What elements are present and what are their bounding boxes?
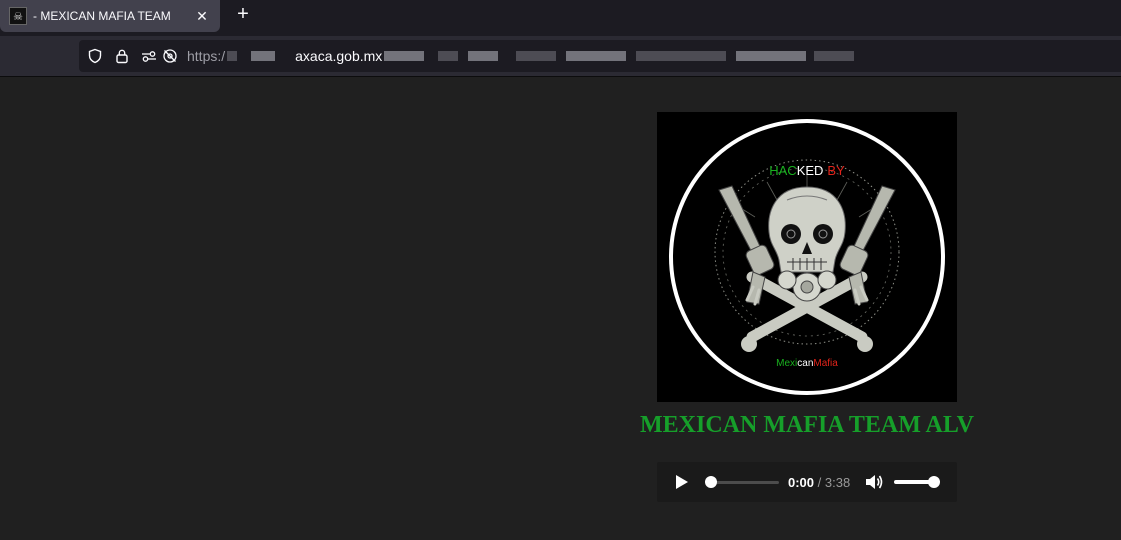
tracking-off-icon[interactable] xyxy=(162,48,178,64)
svg-text:MexicanMafia: MexicanMafia xyxy=(776,358,838,369)
close-tab-icon[interactable]: ✕ xyxy=(194,8,210,24)
url-text[interactable]: https:/ axaca.gob.mx xyxy=(187,48,856,64)
url-scheme: https:/ xyxy=(187,48,226,64)
new-tab-button[interactable]: + xyxy=(233,4,253,24)
lock-icon[interactable] xyxy=(114,48,130,64)
page-heading: MEXICAN MAFIA TEAM ALV xyxy=(639,412,975,438)
url-bar[interactable]: https:/ axaca.gob.mx xyxy=(79,40,1121,72)
volume-slider-thumb[interactable] xyxy=(928,476,940,488)
seek-slider[interactable] xyxy=(711,481,779,484)
logo-bottom-text-2: can xyxy=(797,358,813,369)
time-display: 0:00 / 3:38 xyxy=(788,475,850,490)
play-icon[interactable] xyxy=(675,474,689,490)
redacted-text xyxy=(516,51,557,61)
logo-bottom-text-1: Mexi xyxy=(776,358,797,369)
browser-tab[interactable]: ☠ - MEXICAN MAFIA TEAM ✕ xyxy=(0,0,220,32)
redacted-text xyxy=(636,51,727,61)
redacted-text xyxy=(736,51,807,61)
redacted-text xyxy=(227,51,238,61)
duration: 3:38 xyxy=(824,475,851,490)
redacted-text xyxy=(438,51,459,61)
svg-text:HACKEDBY: HACKED BY xyxy=(769,163,845,178)
redacted-text xyxy=(384,51,425,61)
seek-slider-thumb[interactable] xyxy=(705,476,717,488)
time-separator: / xyxy=(817,475,822,490)
shield-icon[interactable] xyxy=(87,48,103,64)
redacted-text xyxy=(468,51,499,61)
redacted-text xyxy=(814,51,855,61)
tab-title: - MEXICAN MAFIA TEAM xyxy=(33,9,171,23)
current-time: 0:00 xyxy=(788,475,815,490)
logo-top-text-3: BY xyxy=(827,163,845,178)
logo-top-text-1: HAC xyxy=(769,163,796,178)
logo-bottom-text-3: Mafia xyxy=(813,358,838,369)
hacked-by-logo-image: HACKED BY MexicanMafia xyxy=(657,112,957,402)
redacted-text xyxy=(566,51,627,61)
redacted-text xyxy=(251,51,276,61)
tab-strip: ☠ - MEXICAN MAFIA TEAM ✕ + xyxy=(0,0,1121,36)
skull-emblem-graphic: HACKED BY MexicanMafia xyxy=(669,119,945,395)
url-host: axaca.gob.mx xyxy=(295,48,383,64)
permissions-icon[interactable] xyxy=(141,48,157,64)
audio-player[interactable]: 0:00 / 3:38 xyxy=(657,462,957,502)
skull-favicon-icon: ☠ xyxy=(9,7,27,25)
logo-top-text-2: KED xyxy=(797,163,824,178)
nav-bar: https:/ axaca.gob.mx xyxy=(0,36,1121,77)
volume-icon[interactable] xyxy=(865,474,883,490)
